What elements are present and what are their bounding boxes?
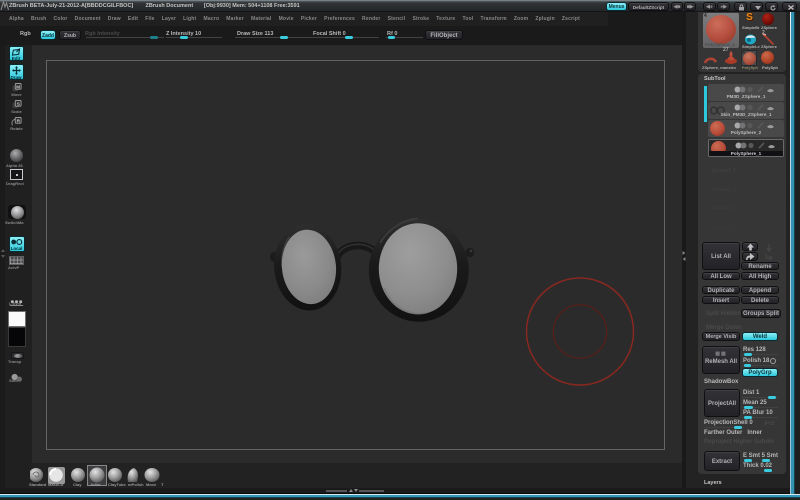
svg-text:S: S	[17, 101, 20, 106]
svg-text:M: M	[16, 84, 20, 89]
